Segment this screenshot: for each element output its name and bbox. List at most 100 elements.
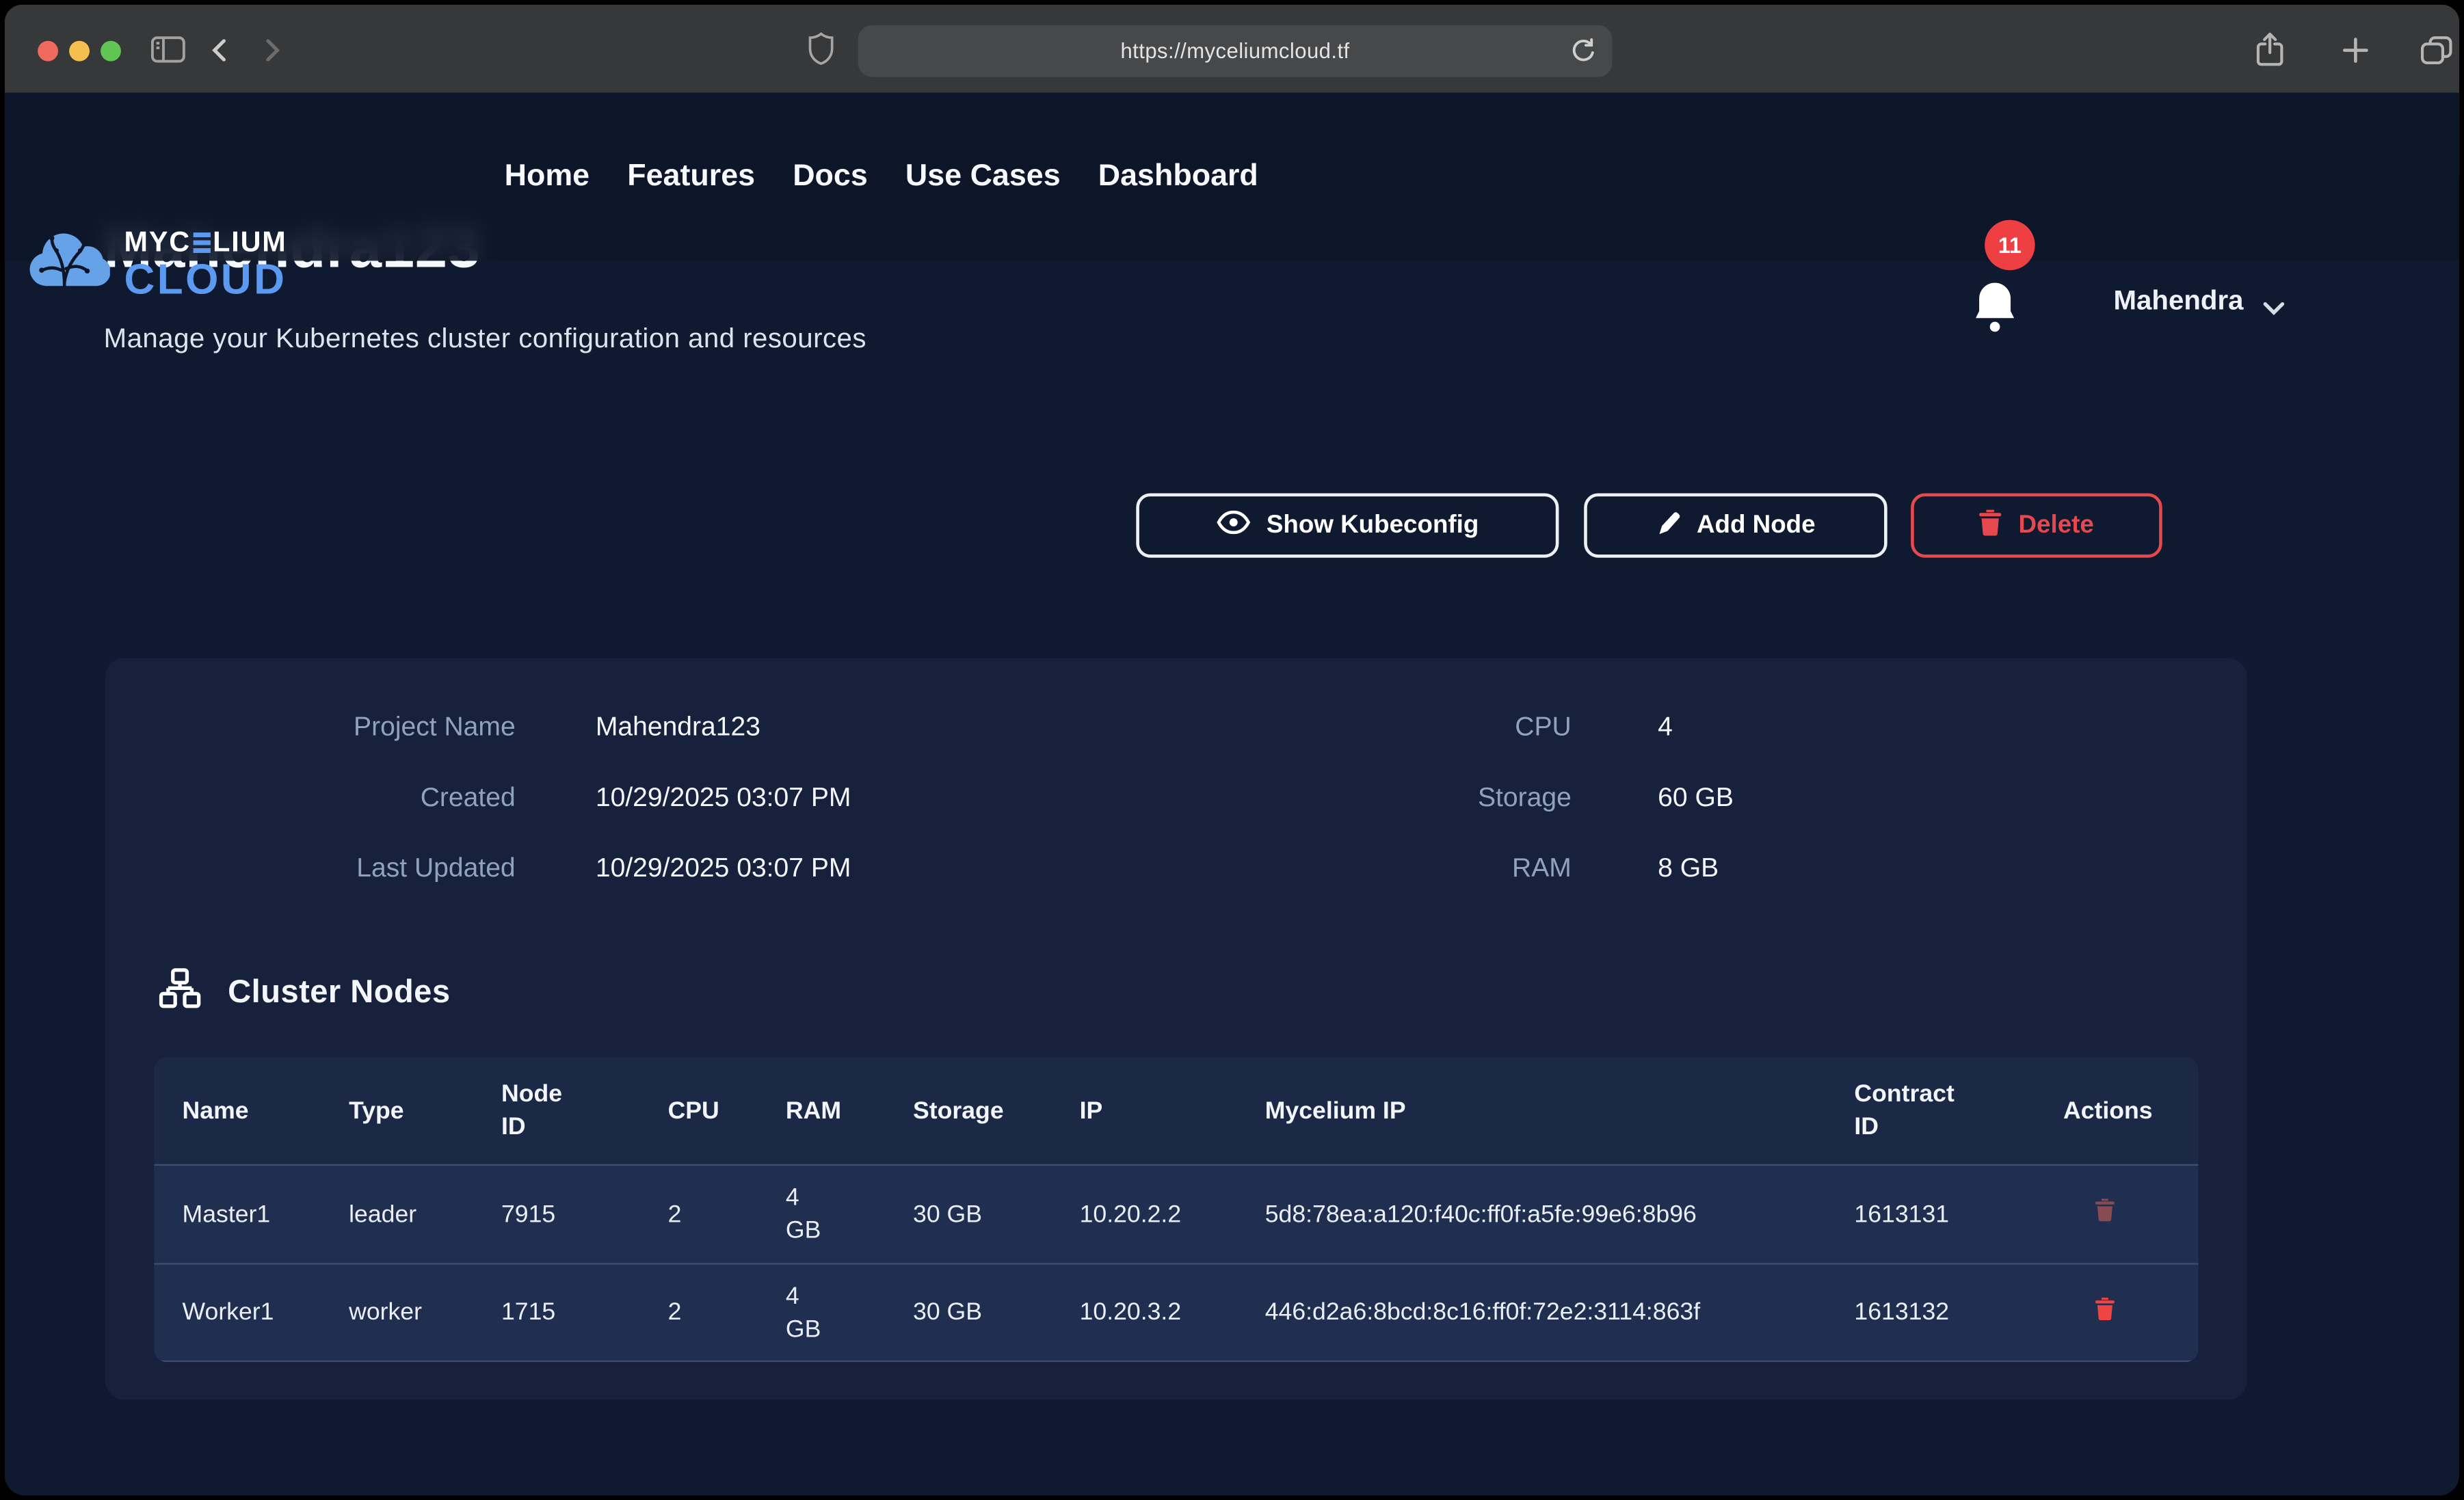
- tab-overview-icon[interactable]: [2420, 36, 2453, 64]
- info-value: 8 GB: [1658, 853, 1719, 885]
- close-window-button[interactable]: [38, 40, 58, 61]
- node-ram: 4 GB: [758, 1181, 885, 1248]
- browser-window: https://myceliumcloud.tf: [5, 5, 2459, 1496]
- info-label: Project Name: [105, 712, 516, 743]
- info-value: 10/29/2025 03:07 PM: [596, 782, 851, 814]
- minimize-window-button[interactable]: [69, 40, 90, 61]
- delete-node-button[interactable]: [2095, 1197, 2115, 1222]
- cluster-details-panel: Project Name Mahendra123 Created 10/29/2…: [105, 658, 2247, 1400]
- nav-item-use-cases[interactable]: Use Cases: [905, 159, 1061, 195]
- col-header-cpu: CPU: [639, 1094, 757, 1127]
- info-label: Last Updated: [105, 853, 516, 885]
- nav-item-dashboard[interactable]: Dashboard: [1098, 159, 1258, 195]
- info-value: 10/29/2025 03:07 PM: [596, 853, 851, 885]
- chevron-down-icon[interactable]: [2263, 295, 2285, 323]
- info-row-cpu: CPU 4: [1177, 706, 1734, 749]
- col-header-mycelium-ip: Mycelium IP: [1236, 1094, 1826, 1127]
- info-row-project-name: Project Name Mahendra123: [105, 706, 851, 749]
- new-tab-icon[interactable]: [2343, 38, 2368, 63]
- logo-e-bars-icon: [193, 232, 210, 253]
- delete-label: Delete: [2018, 511, 2093, 539]
- page-viewport: Mahendra123 Manage your Kubernetes clust…: [5, 93, 2459, 1496]
- info-value: Mahendra123: [596, 712, 760, 743]
- project-info-left: Project Name Mahendra123 Created 10/29/2…: [105, 706, 851, 918]
- privacy-shield-icon[interactable]: [808, 31, 834, 66]
- nav-item-features[interactable]: Features: [627, 159, 755, 195]
- node-mycelium-ip: 446:d2a6:8bcd:8c16:ff0f:72e2:3114:863f: [1236, 1296, 1826, 1329]
- node-cpu: 2: [639, 1198, 757, 1231]
- info-row-storage: Storage 60 GB: [1177, 776, 1734, 820]
- col-header-node-id: Node ID: [473, 1077, 640, 1144]
- cluster-nodes-heading: Cluster Nodes: [159, 967, 450, 1016]
- cluster-nodes-table: Name Type Node ID CPU RAM Storage IP Myc…: [154, 1057, 2198, 1362]
- node-mycelium-ip: 5d8:78ea:a120:f40c:ff0f:a5fe:99e6:8b96: [1236, 1198, 1826, 1231]
- brand-name-top: MYCLIUM: [124, 226, 287, 259]
- trash-icon: [1979, 508, 2002, 543]
- table-header-row: Name Type Node ID CPU RAM Storage IP Myc…: [154, 1057, 2198, 1164]
- browser-chrome: https://myceliumcloud.tf: [5, 5, 2459, 93]
- node-storage: 30 GB: [885, 1198, 1052, 1231]
- delete-node-button[interactable]: [2095, 1296, 2115, 1321]
- brand-logo[interactable]: MYCLIUM CLOUD: [25, 226, 287, 300]
- nav-links: Home Features Docs Use Cases Dashboard: [505, 93, 1258, 261]
- notification-bell-icon[interactable]: [1974, 278, 2016, 343]
- col-header-ram: RAM: [758, 1094, 885, 1127]
- node-actions: [2035, 1296, 2199, 1330]
- col-header-name: Name: [154, 1094, 321, 1127]
- node-ip: 10.20.2.2: [1051, 1198, 1236, 1231]
- info-value: 4: [1658, 712, 1673, 743]
- node-id: 7915: [473, 1198, 640, 1231]
- mycelium-cloud-logo-icon: [25, 229, 110, 297]
- node-ram: 4 GB: [758, 1280, 885, 1346]
- show-kubeconfig-button[interactable]: Show Kubeconfig: [1136, 494, 1559, 558]
- eye-icon: [1216, 510, 1251, 541]
- node-name: Master1: [154, 1198, 321, 1231]
- screen: https://myceliumcloud.tf: [0, 0, 2464, 1500]
- node-type: leader: [321, 1198, 473, 1231]
- info-row-created: Created 10/29/2025 03:07 PM: [105, 776, 851, 820]
- col-header-ip: IP: [1051, 1094, 1236, 1127]
- info-row-last-updated: Last Updated 10/29/2025 03:07 PM: [105, 847, 851, 891]
- table-row: Master1 leader 7915 2 4 GB 30 GB 10.20.2…: [154, 1164, 2198, 1263]
- nav-item-docs[interactable]: Docs: [793, 159, 868, 195]
- node-actions: [2035, 1197, 2199, 1232]
- info-row-ram: RAM 8 GB: [1177, 847, 1734, 891]
- node-cpu: 2: [639, 1296, 757, 1329]
- col-header-storage: Storage: [885, 1094, 1052, 1127]
- notification-badge: 11: [1985, 220, 2035, 271]
- forward-button[interactable]: [265, 39, 280, 61]
- add-node-label: Add Node: [1697, 511, 1816, 539]
- show-kubeconfig-label: Show Kubeconfig: [1267, 511, 1479, 539]
- node-contract-id: 1613132: [1826, 1296, 2035, 1329]
- back-button[interactable]: [212, 39, 226, 61]
- page-subtitle: Manage your Kubernetes cluster configura…: [104, 322, 866, 355]
- node-id: 1715: [473, 1296, 640, 1329]
- address-bar[interactable]: https://myceliumcloud.tf: [858, 25, 1613, 77]
- node-type: worker: [321, 1296, 473, 1329]
- project-info-right: CPU 4 Storage 60 GB RAM 8 GB: [1177, 706, 1734, 918]
- nav-item-home[interactable]: Home: [505, 159, 590, 195]
- user-menu[interactable]: Mahendra: [2114, 284, 2244, 317]
- node-contract-id: 1613131: [1826, 1198, 2035, 1231]
- top-navbar: MYCLIUM CLOUD Home Features Docs Use Cas…: [5, 93, 2459, 261]
- brand-name-bottom: CLOUD: [124, 259, 287, 300]
- col-header-actions: Actions: [2035, 1094, 2199, 1127]
- node-name: Worker1: [154, 1296, 321, 1329]
- network-nodes-icon: [159, 967, 201, 1016]
- sidebar-toggle-icon[interactable]: [151, 36, 186, 63]
- cluster-nodes-title: Cluster Nodes: [228, 973, 450, 1010]
- node-storage: 30 GB: [885, 1296, 1052, 1329]
- info-label: Storage: [1177, 782, 1572, 814]
- col-header-contract-id: Contract ID: [1826, 1077, 2035, 1144]
- brand-text: MYCLIUM CLOUD: [124, 226, 287, 300]
- col-header-type: Type: [321, 1094, 473, 1127]
- pencil-icon: [1656, 508, 1681, 543]
- reload-icon[interactable]: [1572, 38, 1595, 70]
- add-node-button[interactable]: Add Node: [1584, 494, 1887, 558]
- info-value: 60 GB: [1658, 782, 1734, 814]
- table-row: Worker1 worker 1715 2 4 GB 30 GB 10.20.3…: [154, 1263, 2198, 1362]
- delete-cluster-button[interactable]: Delete: [1911, 494, 2162, 558]
- zoom-window-button[interactable]: [101, 40, 121, 61]
- info-label: CPU: [1177, 712, 1572, 743]
- share-icon[interactable]: [2255, 31, 2285, 68]
